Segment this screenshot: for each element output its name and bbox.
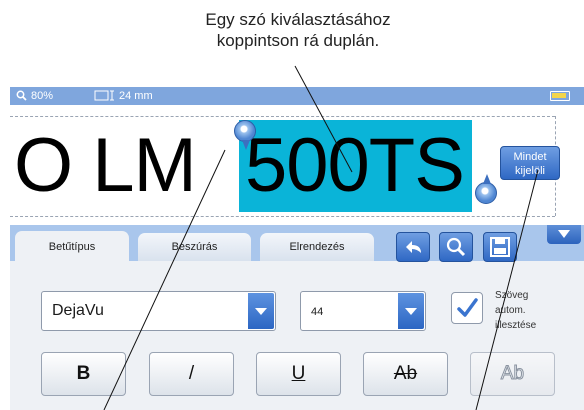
callout-leader-line	[294, 65, 353, 173]
callout-leader-lines	[103, 65, 539, 410]
handle-leader-line	[103, 149, 226, 410]
select-all-leader-line	[475, 169, 539, 410]
